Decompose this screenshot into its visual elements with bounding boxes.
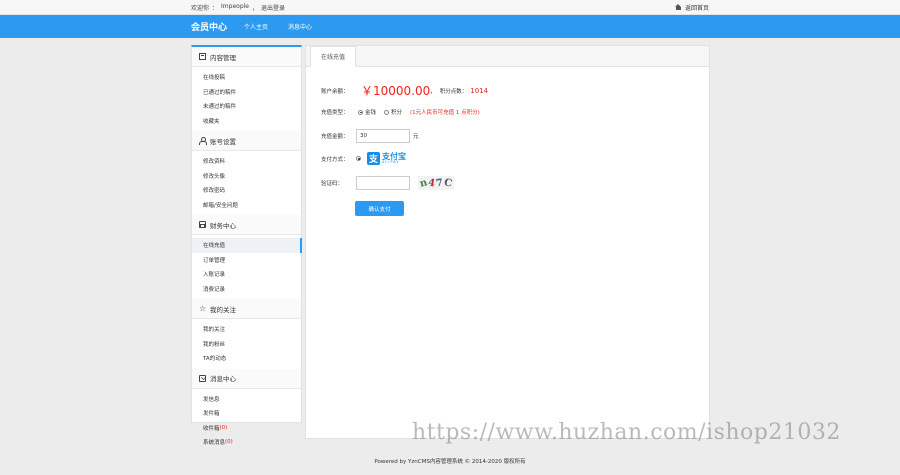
tab-bar: 在线充值: [306, 46, 709, 67]
sidebar-item-avatar[interactable]: 修改头像: [192, 169, 301, 184]
radio-money[interactable]: [358, 109, 363, 115]
balance-separator: ，: [430, 88, 436, 95]
main-nav: 会员中心 个人主页 消息中心: [0, 15, 900, 38]
sidebar-group-follow: ☆ 我的关注 我的关注 我的粉丝 TA的动态: [192, 299, 301, 369]
brand-title[interactable]: 会员中心: [191, 20, 227, 33]
captcha-image[interactable]: n 4 7 C: [418, 176, 454, 190]
sidebar-item-following[interactable]: 我的关注: [192, 322, 301, 337]
top-bar: 欢迎你： Impeople， 退出登录 返回首页: [0, 0, 900, 15]
user-icon: [199, 137, 207, 145]
sidebar-item-profile[interactable]: 修改资料: [192, 154, 301, 169]
mail-icon: [199, 374, 206, 382]
wallet-icon: [199, 221, 206, 228]
type-option-money[interactable]: 金钱: [358, 108, 376, 116]
alipay-icon: 支: [367, 152, 380, 165]
star-icon: ☆: [199, 304, 207, 313]
home-link-label: 返回首页: [684, 4, 709, 12]
sidebar-group-account: 账号设置 修改资料 修改头像 修改密码 邮箱/安全问题: [192, 131, 301, 215]
captcha-input[interactable]: [356, 176, 410, 190]
home-link[interactable]: 返回首页: [674, 3, 709, 12]
captcha-label: 验证码：: [321, 181, 344, 187]
type-row: 充值类型： 金钱 积分 (1元人民币可充值 1 点积分): [321, 108, 480, 116]
payment-row: 支付方式： 支 支付宝 ALIPAY: [321, 152, 406, 165]
sidebar-group-finance: 财务中心 在线充值 订单管理 入账记录 消费记录: [192, 215, 302, 299]
balance-label: 账户余额：: [321, 88, 349, 95]
payment-label: 支付方式：: [321, 156, 349, 163]
inbox-count: (0): [219, 424, 228, 431]
welcome-text: 欢迎你: [191, 4, 210, 12]
sidebar-group-header: 内容管理: [192, 47, 301, 67]
username-link[interactable]: Impeople: [221, 3, 249, 12]
tab-recharge[interactable]: 在线充值: [310, 46, 357, 67]
amount-row: 充值金额： 30 元: [321, 129, 419, 143]
nav-link-homepage[interactable]: 个人主页: [244, 22, 268, 31]
sidebar-item-favorites[interactable]: 收藏夹: [192, 114, 301, 129]
sidebar-item-approved[interactable]: 已通过的稿件: [192, 85, 301, 100]
alipay-logo[interactable]: 支 支付宝 ALIPAY: [367, 152, 406, 165]
sidebar-group-header: 财务中心: [192, 215, 301, 235]
main-panel: 在线充值 账户余额： ￥10000.00 ， 积分点数： 1014 充值类型： …: [305, 45, 710, 439]
amount-input[interactable]: 30: [356, 129, 410, 143]
home-icon: [674, 4, 682, 10]
radio-points[interactable]: [384, 109, 390, 115]
radio-alipay[interactable]: [356, 156, 361, 161]
sidebar-group-messages: 消息中心 发信息 发件箱 收件箱 (0) 系统消息 (0): [192, 368, 301, 453]
sidebar-item-outbox[interactable]: 发件箱: [192, 406, 301, 421]
sidebar-item-password[interactable]: 修改密码: [192, 183, 301, 198]
sidebar-item-expense[interactable]: 消费记录: [192, 282, 301, 297]
document-icon: [199, 53, 206, 60]
points-label: 积分点数：: [439, 88, 468, 95]
watermark-text: https://www.huzhan.com/ishop21032: [412, 420, 841, 445]
sidebar-item-inbox[interactable]: 收件箱 (0): [192, 421, 301, 436]
amount-label: 充值金额：: [321, 134, 349, 140]
captcha-row: 验证码： n 4 7 C: [321, 176, 454, 190]
sidebar-item-orders[interactable]: 订单管理: [192, 253, 301, 268]
alipay-name-en: ALIPAY: [382, 159, 400, 164]
sidebar-group-content: 内容管理 在线投稿 已通过的稿件 未通过的稿件 收藏夹: [192, 47, 301, 131]
nav-link-messages[interactable]: 消息中心: [288, 22, 312, 31]
amount-unit: 元: [413, 134, 419, 140]
sidebar-item-rejected[interactable]: 未通过的稿件: [192, 99, 301, 114]
balance-value: ￥10000.00: [361, 84, 431, 98]
sidebar-group-header: 消息中心: [192, 368, 301, 389]
sidebar-item-system[interactable]: 系统消息 (0): [192, 435, 301, 450]
sidebar-item-fans[interactable]: 我的粉丝: [192, 337, 301, 352]
welcome-bar: 欢迎你： Impeople， 退出登录: [191, 2, 286, 12]
sidebar-group-header: 账号设置: [192, 131, 301, 151]
confirm-pay-button[interactable]: 确认支付: [355, 201, 404, 216]
sidebar-item-submit[interactable]: 在线投稿: [192, 70, 301, 85]
points-value: 1014: [470, 86, 489, 95]
type-option-points[interactable]: 积分: [384, 108, 402, 116]
type-hint: (1元人民币可充值 1 点积分): [410, 110, 480, 116]
logout-link[interactable]: 退出登录: [261, 3, 285, 12]
footer-copyright: Powered by YznCMS内容管理系统 © 2014-2020 版权所有: [374, 459, 526, 465]
content-wrap: 内容管理 在线投稿 已通过的稿件 未通过的稿件 收藏夹 账号设置 修改资料 修改…: [191, 45, 710, 446]
sidebar-item-activity[interactable]: TA的动态: [192, 351, 301, 366]
sidebar-group-header: ☆ 我的关注: [192, 299, 301, 319]
type-label: 充值类型：: [321, 110, 349, 116]
sidebar-item-recharge[interactable]: 在线充值: [192, 238, 302, 253]
sidebar-item-email-security[interactable]: 邮箱/安全问题: [192, 198, 301, 213]
balance-row: 账户余额： ￥10000.00 ， 积分点数： 1014: [321, 82, 488, 99]
sidebar-item-income[interactable]: 入账记录: [192, 267, 301, 282]
sidebar: 内容管理 在线投稿 已通过的稿件 未通过的稿件 收藏夹 账号设置 修改资料 修改…: [191, 45, 302, 446]
sidebar-item-send[interactable]: 发信息: [192, 392, 301, 407]
system-count: (0): [225, 439, 233, 446]
